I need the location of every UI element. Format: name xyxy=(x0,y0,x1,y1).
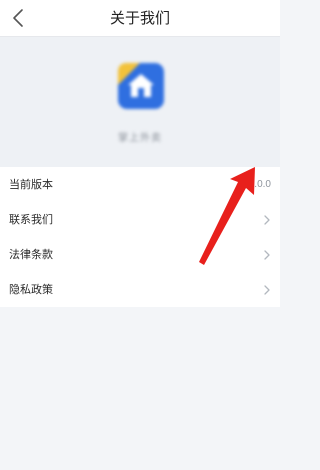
contact-us-row[interactable]: 联系我们 xyxy=(0,202,280,237)
row-label: 当前版本 xyxy=(9,178,53,191)
chevron-right-icon xyxy=(264,250,270,260)
app-info: 掌上外卖 xyxy=(0,37,280,167)
version-value: 3.0.0 xyxy=(248,179,271,190)
row-label: 法律条款 xyxy=(9,248,53,261)
current-version-row: 当前版本 3.0.0 xyxy=(0,167,280,202)
about-us-screen: 关于我们 掌上外卖 当前版本 3.0.0 联系我们 法律条款 隐私政策 xyxy=(0,0,280,470)
page-title: 关于我们 xyxy=(109,9,170,27)
privacy-policy-row[interactable]: 隐私政策 xyxy=(0,272,280,307)
row-label: 隐私政策 xyxy=(9,283,53,296)
chevron-right-icon xyxy=(264,215,270,225)
app-logo-icon xyxy=(118,63,164,109)
chevron-left-icon xyxy=(13,9,23,27)
row-label: 联系我们 xyxy=(9,213,53,226)
chevron-right-icon xyxy=(264,285,270,295)
legal-terms-row[interactable]: 法律条款 xyxy=(0,237,280,272)
nav-bar: 关于我们 xyxy=(0,0,280,37)
back-button[interactable] xyxy=(4,4,32,32)
app-name: 掌上外卖 xyxy=(118,133,162,144)
settings-list: 当前版本 3.0.0 联系我们 法律条款 隐私政策 xyxy=(0,167,280,307)
